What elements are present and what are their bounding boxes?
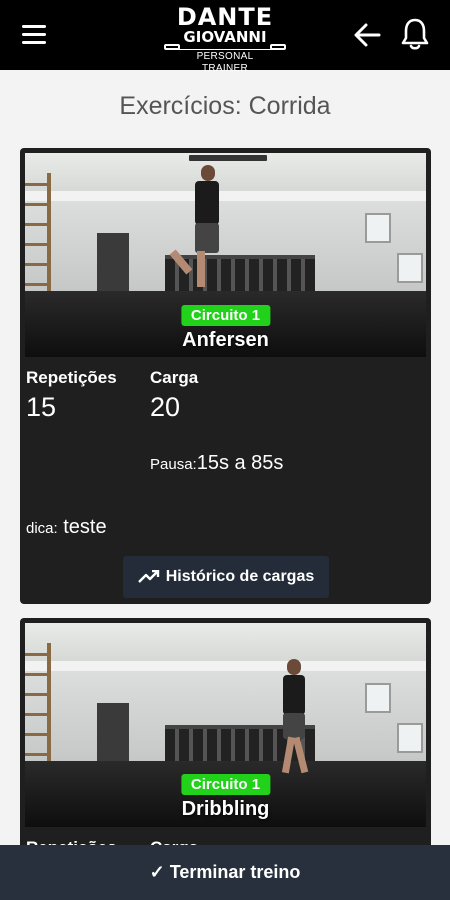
exercise-name: Anfersen — [182, 329, 269, 351]
load-history-label: Histórico de cargas — [165, 568, 315, 585]
brand-logo: DANTE GIOVANNI PERSONAL TRAINER — [164, 3, 286, 74]
video-status-bar — [189, 155, 267, 161]
logo-dumbbell-left — [164, 44, 180, 50]
exercise-name: Dribbling — [181, 798, 270, 820]
logo-line2: GIOVANNI — [183, 28, 267, 46]
load-label: Carga — [150, 368, 199, 387]
circuit-badge: Circuito 1 — [180, 305, 271, 326]
page-title: Exercícios: Corrida — [119, 92, 331, 120]
exercise-card: Circuito 1 Anfersen Repetições 15 Carga … — [20, 148, 431, 604]
pause-value: 15s a 85s — [196, 452, 284, 474]
load-history-button[interactable]: Histórico de cargas — [123, 556, 329, 598]
finish-workout-button[interactable]: ✓ Terminar treino — [0, 845, 450, 900]
reps-label: Repetições — [26, 368, 117, 387]
logo-dumbbell-right — [270, 44, 286, 50]
exercise-video[interactable]: Circuito 1 Dribbling — [25, 623, 426, 827]
tip-info: dica: teste — [26, 516, 107, 539]
pause-label: Pausa: — [150, 456, 197, 473]
tip-label: dica: — [26, 520, 58, 537]
bell-icon[interactable] — [399, 16, 431, 52]
load-value: 20 — [150, 392, 181, 422]
back-arrow-icon[interactable] — [352, 20, 382, 50]
circuit-badge: Circuito 1 — [180, 774, 271, 795]
wall-ladder — [25, 173, 51, 293]
top-app-bar: DANTE GIOVANNI PERSONAL TRAINER — [0, 0, 450, 74]
tip-value: teste — [63, 516, 107, 538]
logo-line3: PERSONAL TRAINER — [173, 49, 277, 75]
menu-icon[interactable] — [22, 25, 48, 45]
pause-info: Pausa:15s a 85s — [150, 452, 283, 475]
reps-value: 15 — [26, 392, 57, 422]
wall-ladder — [25, 643, 51, 763]
trending-up-icon — [137, 570, 159, 583]
logo-line1: DANTE — [176, 3, 274, 31]
exercise-video[interactable]: Circuito 1 Anfersen — [25, 153, 426, 357]
